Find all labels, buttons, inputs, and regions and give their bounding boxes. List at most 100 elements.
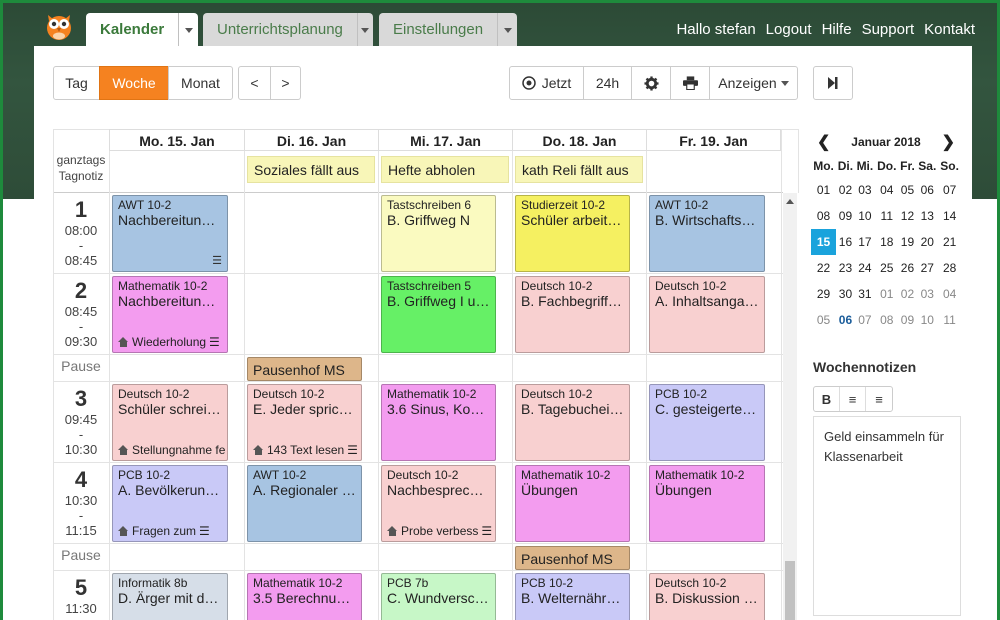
view-week-button[interactable]: Woche — [99, 66, 169, 100]
lesson-card[interactable]: Mathematik 10-2 Nachbereitun… Wiederholu… — [112, 276, 228, 353]
bold-icon[interactable]: B — [814, 387, 840, 411]
tab-kalender-label[interactable]: Kalender — [86, 13, 178, 47]
lesson-card[interactable]: AWT 10-2 A. Regionaler … — [247, 465, 362, 542]
calendar-day[interactable]: 29 — [811, 281, 836, 307]
lesson-card[interactable]: Deutsch 10-2 B. Fachbegriff… — [515, 276, 630, 353]
calendar-day[interactable]: 02 — [899, 281, 917, 307]
today-button[interactable]: Jetzt — [509, 66, 584, 100]
lesson-card[interactable]: Mathematik 10-2 Übungen — [515, 465, 630, 542]
lesson-card[interactable]: Deutsch 10-2 A. Inhaltsanga… — [649, 276, 765, 353]
calendar-day[interactable]: 06 — [916, 177, 938, 203]
day-note[interactable]: kath Reli fällt aus — [515, 156, 643, 183]
calendar-day[interactable]: 25 — [875, 255, 899, 281]
lesson-card[interactable]: Deutsch 10-2 B. Diskussion … — [649, 573, 765, 620]
calendar-day[interactable]: 13 — [916, 203, 938, 229]
lesson-card[interactable]: Deutsch 10-2 Schüler schrei… Stellungnah… — [112, 384, 228, 461]
calendar-day[interactable]: 16 — [836, 229, 855, 255]
help-link[interactable]: Hilfe — [822, 21, 852, 38]
calendar-day[interactable]: 02 — [836, 177, 855, 203]
toggle-sidebar-button[interactable] — [813, 66, 853, 100]
calendar-day[interactable]: 21 — [938, 229, 961, 255]
day-header-wednesday[interactable]: Mi. 17. Jan — [378, 129, 512, 151]
calendar-day[interactable]: 01 — [875, 281, 899, 307]
lesson-card[interactable]: Deutsch 10-2 E. Jeder sprich… 143 Text l… — [247, 384, 362, 461]
calendar-day[interactable]: 19 — [899, 229, 917, 255]
numbered-list-icon[interactable]: ≡ — [866, 387, 892, 411]
bullet-list-icon[interactable]: ≡ — [840, 387, 866, 411]
calendar-day[interactable]: 20 — [916, 229, 938, 255]
calendar-day[interactable]: 24 — [855, 255, 875, 281]
calendar-scrollbar[interactable] — [783, 193, 797, 620]
tab-unterrichtsplanung-label[interactable]: Unterrichtsplanung — [203, 13, 357, 47]
calendar-day[interactable]: 04 — [938, 281, 961, 307]
calendar-day[interactable]: 05 — [811, 307, 836, 333]
calendar-day[interactable]: 12 — [899, 203, 917, 229]
calendar-day[interactable]: 23 — [836, 255, 855, 281]
calendar-day[interactable]: 18 — [875, 229, 899, 255]
month-title[interactable]: Januar 2018 — [851, 135, 920, 149]
calendar-day[interactable]: 17 — [855, 229, 875, 255]
break-duty-card[interactable]: Pausenhof MS — [247, 357, 362, 381]
lesson-card[interactable]: Deutsch 10-2 B. Tagebuchei… — [515, 384, 630, 461]
lesson-card[interactable]: PCB 10-2 C. gesteigerte… — [649, 384, 765, 461]
owl-logo-icon[interactable] — [45, 9, 73, 41]
24h-button[interactable]: 24h — [583, 66, 632, 100]
calendar-day[interactable]: 26 — [899, 255, 917, 281]
scroll-up-icon[interactable] — [786, 199, 794, 204]
calendar-day[interactable]: 10 — [855, 203, 875, 229]
lesson-card[interactable]: Tastschreiben 5 B. Griffweg I u… — [381, 276, 496, 353]
calendar-day[interactable]: 10 — [916, 307, 938, 333]
calendar-day[interactable]: 11 — [938, 307, 961, 333]
lesson-card[interactable]: Mathematik 10-2 3.6 Sinus, Ko… — [381, 384, 496, 461]
calendar-day[interactable]: 07 — [938, 177, 961, 203]
logout-link[interactable]: Logout — [766, 21, 812, 38]
lesson-card[interactable]: Informatik 8b D. Ärger mit d… — [112, 573, 228, 620]
day-header-tuesday[interactable]: Di. 16. Jan — [244, 129, 378, 151]
calendar-day[interactable]: 09 — [899, 307, 917, 333]
day-note[interactable]: Hefte abholen — [381, 156, 509, 183]
calendar-day[interactable]: 03 — [916, 281, 938, 307]
tab-kalender-dropdown[interactable] — [178, 13, 198, 47]
lesson-card[interactable]: Mathematik 10-2 3.5 Berechnu… — [247, 573, 362, 620]
calendar-day[interactable]: 11 — [875, 203, 899, 229]
calendar-day[interactable]: 04 — [875, 177, 899, 203]
tab-unterrichtsplanung-dropdown[interactable] — [356, 13, 373, 47]
calendar-day[interactable]: 28 — [938, 255, 961, 281]
lesson-card[interactable]: AWT 10-2 B. Wirtschafts… — [649, 195, 765, 272]
lesson-card[interactable]: PCB 7b C. Wundversc… — [381, 573, 496, 620]
calendar-day[interactable]: 09 — [836, 203, 855, 229]
calendar-day[interactable]: 08 — [811, 203, 836, 229]
tab-unterrichtsplanung[interactable]: Unterrichtsplanung — [203, 13, 373, 47]
lesson-card[interactable]: Deutsch 10-2 Nachbesprec… Probe verbess ☰ — [381, 465, 496, 542]
day-header-thursday[interactable]: Do. 18. Jan — [512, 129, 646, 151]
calendar-day[interactable]: 31 — [855, 281, 875, 307]
lesson-card[interactable]: PCB 10-2 B. Welternähr… — [515, 573, 630, 620]
break-duty-card[interactable]: Pausenhof MS — [515, 546, 630, 570]
tab-einstellungen-label[interactable]: Einstellungen — [379, 13, 497, 47]
calendar-day[interactable]: 05 — [899, 177, 917, 203]
calendar-day[interactable]: 14 — [938, 203, 961, 229]
display-dropdown[interactable]: Anzeigen — [709, 66, 798, 100]
day-note[interactable]: Soziales fällt aus — [247, 156, 375, 183]
view-month-button[interactable]: Monat — [168, 66, 233, 100]
lesson-card[interactable]: Mathematik 10-2 Übungen — [649, 465, 765, 542]
lesson-card[interactable]: Studierzeit 10-2 Schüler arbeit… — [515, 195, 630, 272]
tab-kalender[interactable]: Kalender — [86, 13, 198, 47]
calendar-day-today[interactable]: 15 — [811, 229, 837, 255]
calendar-day[interactable]: 08 — [875, 307, 899, 333]
lesson-card[interactable]: PCB 10-2 A. Bevölkerun… Fragen zum ☰ — [112, 465, 228, 542]
prev-month-button[interactable]: ❮ — [811, 132, 836, 152]
calendar-day[interactable]: 27 — [916, 255, 938, 281]
tab-einstellungen-dropdown[interactable] — [497, 13, 517, 47]
user-greeting[interactable]: Hallo stefan — [676, 21, 755, 38]
calendar-day[interactable]: 01 — [811, 177, 836, 203]
tab-einstellungen[interactable]: Einstellungen — [379, 13, 517, 47]
lesson-card[interactable]: Tastschreiben 6 B. Griffweg N — [381, 195, 496, 272]
calendar-day[interactable]: 22 — [811, 255, 836, 281]
settings-button[interactable] — [631, 66, 671, 100]
calendar-day[interactable]: 03 — [855, 177, 875, 203]
scrollbar-thumb[interactable] — [785, 561, 795, 620]
day-header-friday[interactable]: Fr. 19. Jan — [646, 129, 781, 151]
calendar-day[interactable]: 30 — [836, 281, 855, 307]
day-header-monday[interactable]: Mo. 15. Jan — [109, 129, 244, 151]
